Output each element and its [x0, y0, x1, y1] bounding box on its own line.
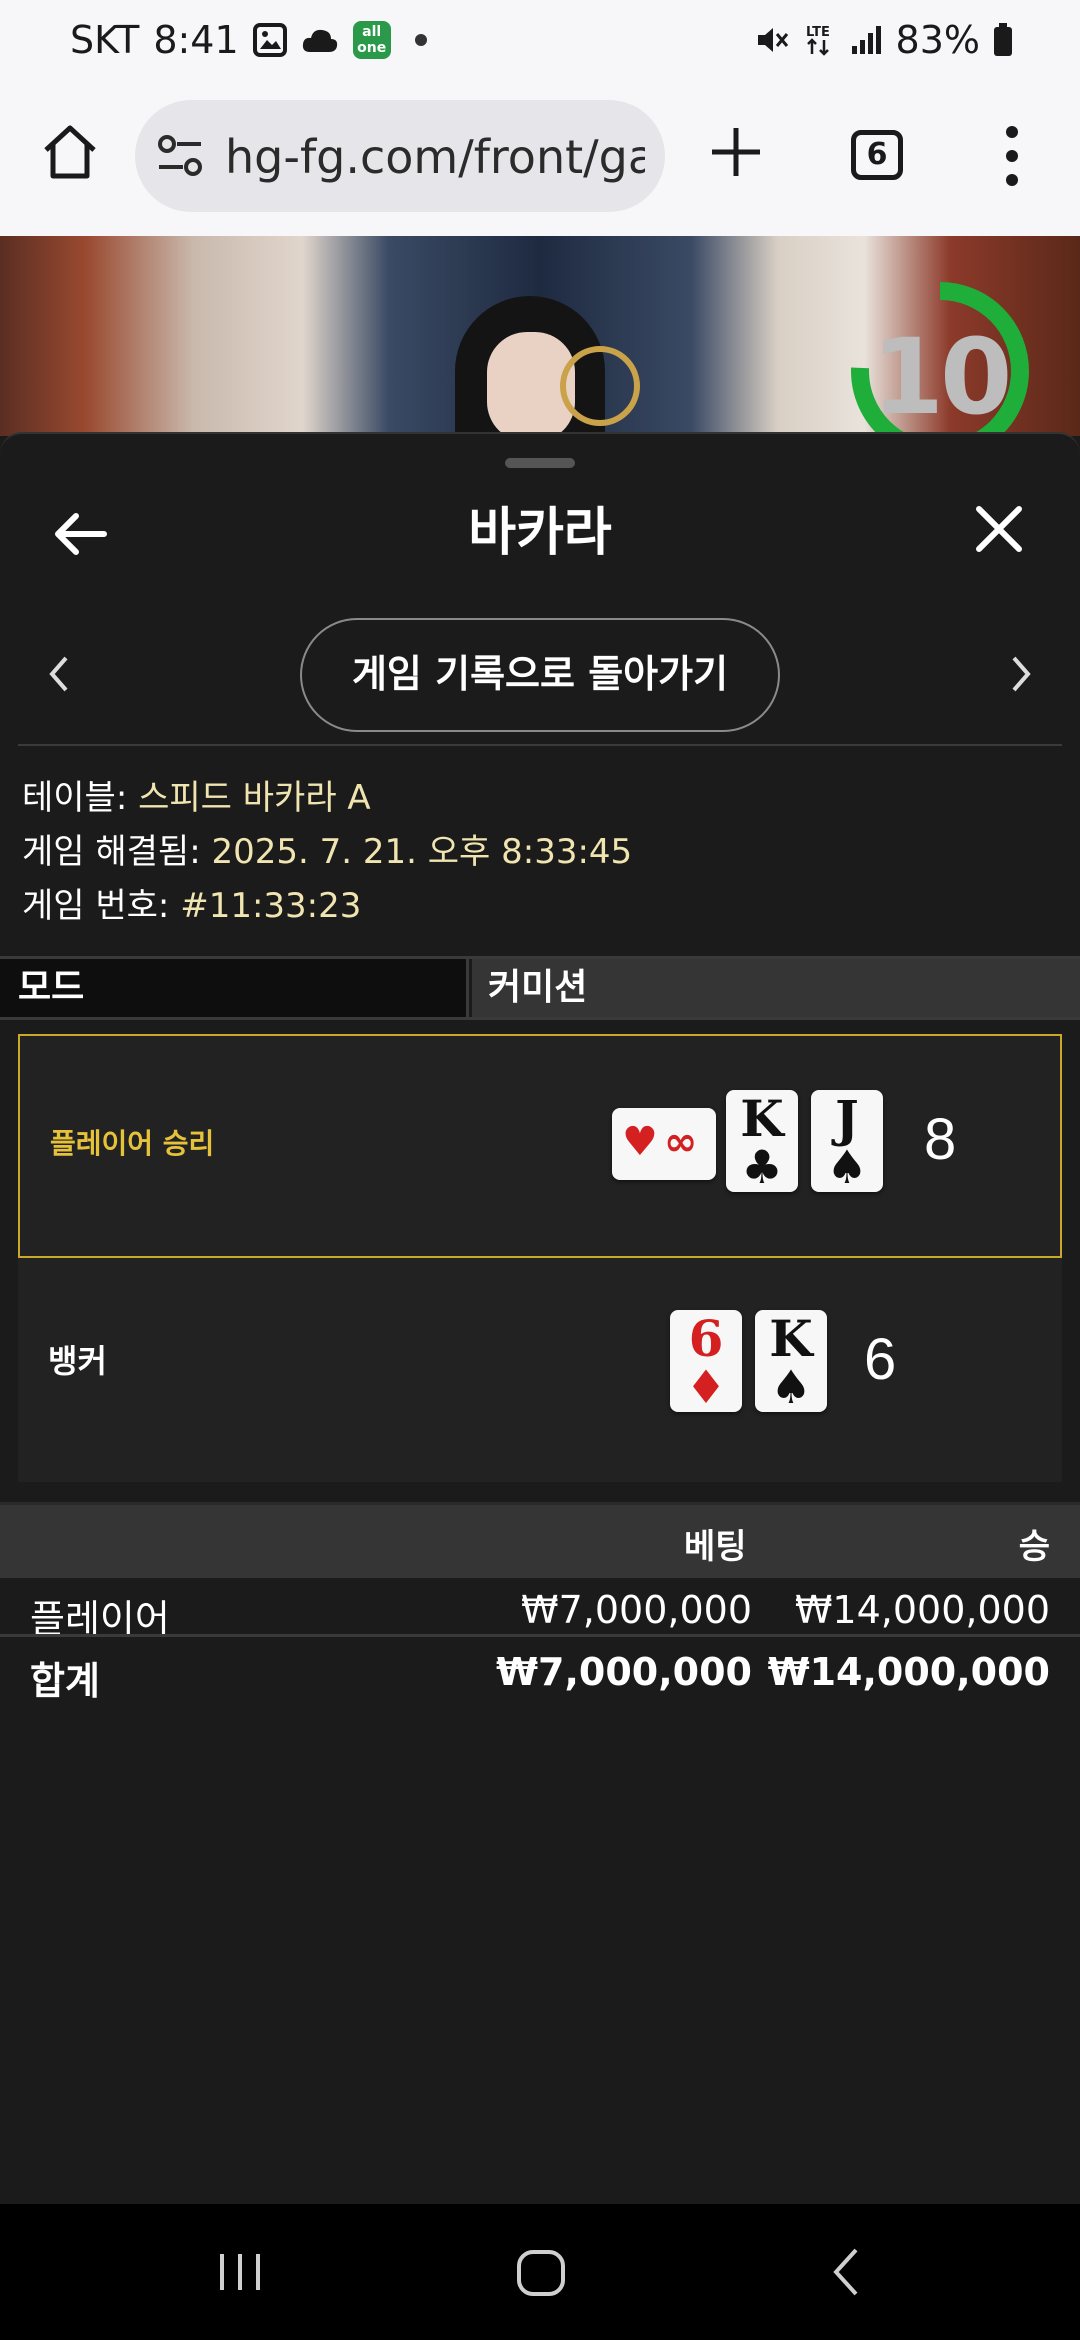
info-game-number: 게임 번호: #11:33:23	[22, 878, 361, 927]
player-card-sideways: ♥ ∞ 8	[612, 1108, 716, 1180]
close-icon[interactable]	[974, 504, 1024, 554]
info-resolved: 게임 해결됨: 2025. 7. 21. 오후 8:33:45	[22, 824, 632, 873]
new-tab-icon[interactable]	[708, 124, 764, 180]
site-settings-icon[interactable]	[157, 134, 203, 178]
win-column-header: 승	[1018, 1527, 1050, 1567]
clock: 8:41	[153, 18, 239, 62]
banker-label: 뱅커	[48, 1342, 107, 1380]
battery-percent: 83%	[895, 18, 980, 62]
player-card-1-rank: ∞	[664, 1119, 698, 1165]
row-divider	[0, 1634, 1080, 1637]
previous-game-icon[interactable]	[44, 654, 74, 694]
player-card-2-rank: K	[740, 1089, 784, 1148]
player-result-box: 플레이어 승리 ♥ ∞ 8 K ♣ J ♠ 8	[18, 1034, 1062, 1258]
battery-icon	[994, 23, 1012, 56]
svg-text:LTE: LTE	[806, 25, 830, 40]
result-panel: 플레이어 승리 ♥ ∞ 8 K ♣ J ♠ 8 뱅커 6 ♦ K ♠ 6	[18, 1034, 1062, 1482]
table-total-row: 합계 ₩7,000,000 ₩14,000,000	[0, 1644, 1080, 1704]
player-card-3-suit: ♠	[826, 1140, 868, 1194]
info-number-label: 게임 번호:	[22, 886, 170, 926]
signal-icon	[851, 26, 881, 54]
player-card-1-suit: ♥	[622, 1119, 658, 1165]
sheet-title: 바카라	[468, 503, 612, 563]
bet-column-header: 베팅	[684, 1527, 747, 1567]
status-bar: SKT 8:41 all one LTE 83%	[0, 0, 1080, 84]
countdown-timer: 10	[871, 316, 1013, 436]
next-game-icon[interactable]	[1006, 654, 1036, 694]
cloud-icon	[302, 29, 337, 52]
home-button-icon[interactable]	[514, 2242, 568, 2302]
system-nav-bar	[0, 2204, 1080, 2340]
table-row: 플레이어 ₩7,000,000 ₩14,000,000	[0, 1582, 1080, 1642]
return-to-history-button[interactable]: 게임 기록으로 돌아가기	[300, 618, 780, 732]
game-detail-sheet: 바카라 게임 기록으로 돌아가기 테이블: 스피드 바카라 A 게임 해결됨: …	[0, 432, 1080, 2204]
info-table-value: 스피드 바카라 A	[138, 778, 371, 818]
player-card-2-suit: ♣	[741, 1140, 783, 1194]
banker-card-2-suit: ♠	[770, 1360, 812, 1414]
address-bar[interactable]: hg-fg.com/front/gam	[135, 100, 665, 212]
total-bet: ₩7,000,000	[496, 1650, 752, 1694]
banker-card-1-rank: 6	[688, 1309, 724, 1368]
player-score: 8	[924, 1107, 957, 1172]
crest-emblem	[560, 346, 640, 426]
player-card-2: K ♣	[726, 1090, 798, 1192]
info-table: 테이블: 스피드 바카라 A	[22, 770, 371, 819]
info-resolved-label: 게임 해결됨:	[22, 832, 201, 872]
bet-table-header: 베팅 승	[0, 1502, 1080, 1578]
mute-icon	[757, 28, 788, 52]
banker-score: 6	[864, 1327, 897, 1392]
banker-card-1-suit: ♦	[685, 1360, 727, 1414]
info-number-value: #11:33:23	[180, 886, 362, 926]
notification-dot-icon	[414, 34, 427, 46]
home-icon[interactable]	[40, 122, 100, 182]
total-win: ₩14,000,000	[767, 1650, 1050, 1694]
commission-header: 커미션	[472, 959, 1080, 1017]
tab-switcher-button[interactable]: 6	[851, 130, 903, 180]
banker-card-1: 6 ♦	[670, 1310, 742, 1412]
player-card-3: J ♠	[811, 1090, 883, 1192]
row-win: ₩14,000,000	[794, 1588, 1050, 1632]
divider	[18, 744, 1062, 746]
player-win-label: 플레이어 승리	[50, 1127, 215, 1160]
gallery-icon	[252, 23, 287, 57]
mode-row: 모드 커미션	[0, 956, 1080, 1020]
player-card-3-rank: J	[835, 1089, 859, 1148]
recent-apps-icon[interactable]	[216, 2242, 264, 2302]
browser-toolbar: hg-fg.com/front/gam 6	[0, 84, 1080, 236]
total-name: 합계	[30, 1659, 100, 1703]
carrier: SKT	[70, 18, 140, 62]
info-resolved-value: 2025. 7. 21. 오후 8:33:45	[211, 832, 633, 872]
mode-header: 모드	[0, 959, 469, 1017]
row-bet: ₩7,000,000	[521, 1588, 752, 1632]
more-menu-icon[interactable]	[1000, 124, 1024, 188]
sheet-handle[interactable]	[505, 458, 575, 468]
url-text[interactable]: hg-fg.com/front/gam	[225, 130, 645, 184]
allone-app-icon: all one	[352, 21, 391, 59]
banker-card-2-rank: K	[769, 1309, 813, 1368]
back-button-icon[interactable]	[826, 2242, 866, 2302]
live-video: 10	[0, 236, 1080, 436]
banker-card-2: K ♠	[755, 1310, 827, 1412]
info-table-label: 테이블:	[22, 778, 128, 818]
lte-icon: LTE	[806, 25, 830, 56]
